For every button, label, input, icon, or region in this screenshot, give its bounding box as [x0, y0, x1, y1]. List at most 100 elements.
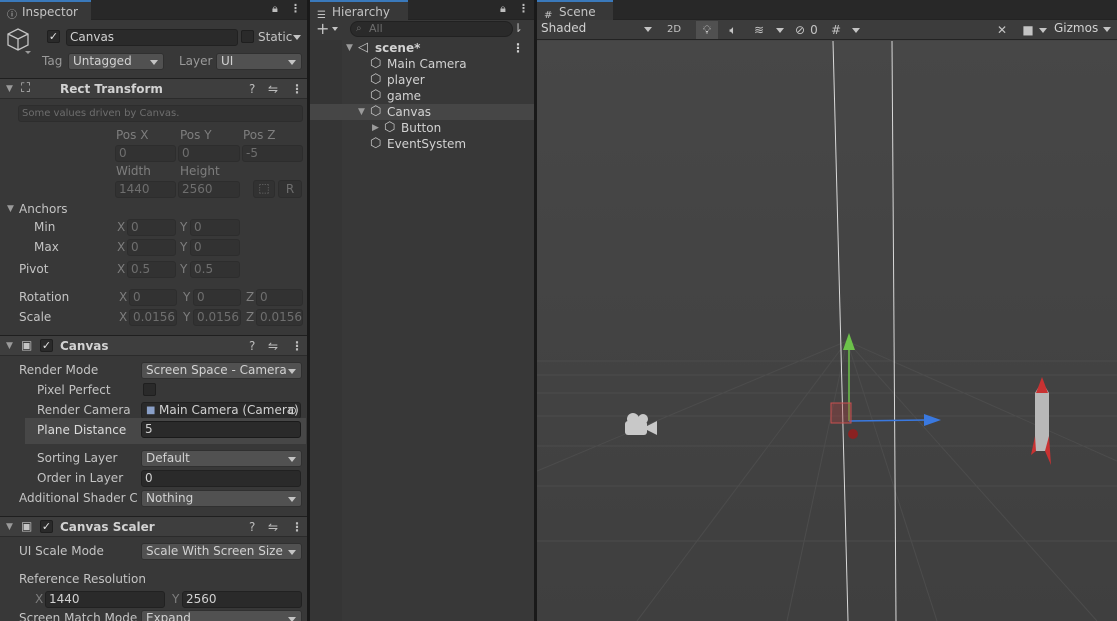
add-object-button[interactable]: + [316, 19, 329, 38]
order-in-layer-field[interactable]: 0 [141, 470, 301, 487]
canvas-scaler-title: Canvas Scaler [60, 520, 155, 534]
hierarchy-item[interactable]: ⬡ player [310, 72, 534, 88]
fold-arrow-icon[interactable]: ▼ [358, 104, 365, 120]
plane-distance-field[interactable]: 5 [141, 421, 301, 438]
sort-icon[interactable]: ⇂ [513, 21, 523, 35]
scene-visibility-icon[interactable]: ⊘ [790, 21, 810, 39]
rect-transform-header[interactable]: ▼ ⛶ Rect Transform ? ⇋ ⋮ [0, 78, 307, 99]
chevron-down-icon[interactable] [332, 27, 338, 31]
fold-arrow-icon[interactable]: ▼ [6, 518, 13, 536]
hierarchy-item[interactable]: ⬡ EventSystem [310, 136, 534, 152]
canvas-scaler-header[interactable]: ▼ ▣ ✓ Canvas Scaler ? ⇋ ⋮ [0, 516, 307, 537]
component-menu-icon[interactable]: ⋮ [291, 79, 303, 99]
shading-mode-dropdown[interactable]: Shaded [537, 21, 657, 38]
object-picker-icon[interactable]: ⊙ [288, 403, 297, 418]
anchor-max-y: 0 [190, 239, 240, 256]
hierarchy-item[interactable]: ▼ ⬡ Canvas [310, 104, 534, 120]
pos-z-field: -5 [242, 145, 303, 162]
tab-scene[interactable]: # Scene [537, 0, 613, 21]
reference-resolution-y[interactable]: 2560 [182, 591, 302, 608]
tools-icon[interactable]: ✕ [992, 21, 1012, 39]
2d-toggle[interactable]: 2D [663, 21, 685, 39]
canvas-component-header[interactable]: ▼ ▣ ✓ Canvas ? ⇋ ⋮ [0, 335, 307, 356]
rect-transform-icon: ⛶ [21, 81, 31, 96]
grid-toggle-icon[interactable]: # [826, 21, 846, 39]
hierarchy-search-input[interactable]: ⌕ All [350, 21, 513, 37]
pos-z-label: Pos Z [243, 128, 276, 142]
hierarchy-item-label: player [387, 73, 425, 87]
kebab-menu-icon[interactable]: ⋮ [518, 2, 529, 15]
help-icon[interactable]: ? [249, 336, 255, 356]
tab-inspector[interactable]: ⓘ Inspector [0, 0, 91, 21]
component-menu-icon[interactable]: ⋮ [291, 336, 303, 356]
reference-resolution-x[interactable]: 1440 [45, 591, 165, 608]
layer-dropdown[interactable]: UI [216, 53, 302, 70]
width-label: Width [116, 164, 151, 178]
max-label: Max [34, 240, 59, 254]
scale-y-field: 0.0156: [193, 309, 241, 326]
presets-icon[interactable]: ⇋ [268, 336, 278, 356]
anchors-label[interactable]: Anchors [19, 200, 68, 218]
anchors-fold-icon[interactable]: ▼ [7, 200, 14, 218]
scene-icon: ◁ [358, 40, 368, 55]
audio-toggle-icon[interactable]: 🔈︎ [722, 21, 744, 39]
scene-viewport[interactable] [537, 41, 1117, 621]
screen-match-mode-dropdown[interactable]: Expand [141, 610, 302, 621]
ui-scale-mode-dropdown[interactable]: Scale With Screen Size [141, 543, 302, 560]
sorting-layer-dropdown[interactable]: Default [141, 450, 302, 467]
object-name-field[interactable]: Canvas [66, 29, 238, 46]
fold-arrow-icon[interactable]: ▶ [372, 120, 379, 136]
height-label: Height [180, 164, 220, 178]
tab-hierarchy[interactable]: ☰ Hierarchy [310, 0, 408, 21]
help-icon[interactable]: ? [249, 517, 255, 537]
help-icon[interactable]: ? [249, 79, 255, 99]
pivot-x-field: 0.5 [127, 261, 176, 278]
hierarchy-item[interactable]: ⬡ Main Camera [310, 56, 534, 72]
lock-icon[interactable]: 🔒︎ [272, 2, 278, 16]
fold-arrow-icon[interactable]: ▼ [6, 337, 13, 355]
driven-note: Some values driven by Canvas. [18, 105, 303, 122]
chevron-down-icon[interactable] [293, 35, 301, 40]
hierarchy-item-label: game [387, 89, 422, 103]
ref-y-label: Y [172, 592, 180, 606]
presets-icon[interactable]: ⇋ [268, 517, 278, 537]
scene-menu-icon[interactable]: ⋮ [512, 40, 524, 56]
canvas-scaler-icon: ▣ [21, 519, 33, 533]
render-camera-field[interactable]: ■ Main Camera (Camera) ⊙ [141, 402, 301, 419]
gameobject-cube-icon: ⬡ [370, 72, 382, 87]
viewport-background [537, 41, 1117, 621]
order-in-layer-label: Order in Layer [37, 471, 124, 485]
axis-y-label: Y [183, 290, 191, 304]
chevron-down-icon[interactable] [776, 28, 784, 33]
shader-channels-dropdown[interactable]: Nothing [141, 490, 302, 507]
active-checkbox[interactable]: ✓ [47, 30, 60, 43]
chevron-down-icon[interactable] [1039, 28, 1047, 33]
tag-label: Tag [42, 54, 63, 68]
chevron-down-icon[interactable] [852, 28, 860, 33]
hierarchy-item[interactable]: ▶ ⬡ Button [310, 120, 534, 136]
fold-arrow-icon[interactable]: ▼ [346, 40, 353, 56]
hierarchy-scene-row[interactable]: ▼ ◁ scene* ⋮ [310, 40, 534, 56]
tag-dropdown[interactable]: Untagged [68, 53, 164, 70]
ref-x-label: X [35, 592, 44, 606]
render-mode-dropdown[interactable]: Screen Space - Camera [141, 362, 302, 379]
pixel-perfect-checkbox[interactable] [143, 383, 156, 396]
render-mode-label: Render Mode [19, 363, 99, 377]
hierarchy-item-label: scene* [375, 41, 421, 55]
inspector-panel: ⓘ Inspector 🔒︎ ⋮ ✓ Canvas Static Tag Unt… [0, 0, 307, 621]
kebab-menu-icon[interactable]: ⋮ [290, 2, 301, 15]
effects-toggle-icon[interactable]: ≋ [748, 21, 770, 39]
static-checkbox[interactable] [241, 30, 254, 43]
hierarchy-item[interactable]: ⬡ game [310, 88, 534, 104]
presets-icon[interactable]: ⇋ [268, 79, 278, 99]
fold-arrow-icon[interactable]: ▼ [6, 80, 13, 98]
pivot-y-field: 0.5 [190, 261, 240, 278]
component-menu-icon[interactable]: ⋮ [291, 517, 303, 537]
canvas-enabled-checkbox[interactable]: ✓ [40, 339, 53, 352]
camera-settings-icon[interactable]: ■ [1018, 21, 1038, 39]
gizmos-dropdown[interactable]: Gizmos [1050, 21, 1116, 38]
reference-resolution-label: Reference Resolution [19, 572, 146, 586]
lock-icon[interactable]: 🔒︎ [500, 2, 506, 16]
lighting-toggle-icon[interactable]: 💡︎ [696, 21, 718, 39]
canvas-scaler-enabled-checkbox[interactable]: ✓ [40, 520, 53, 533]
